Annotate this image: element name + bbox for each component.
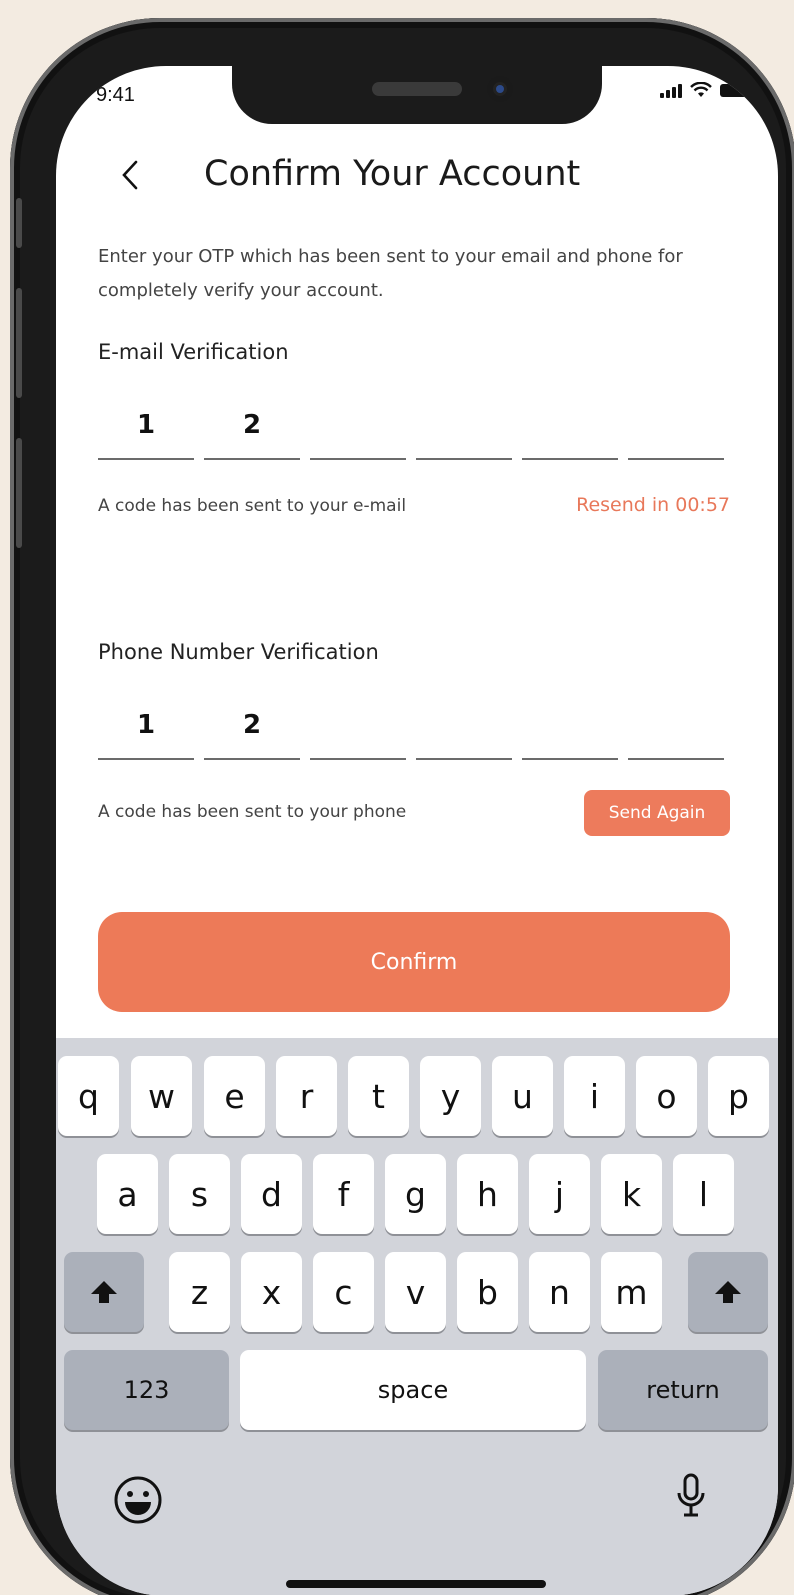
back-button[interactable]: [112, 152, 148, 198]
key-g[interactable]: g: [385, 1154, 446, 1234]
mute-switch: [16, 198, 22, 248]
email-otp-digit-1[interactable]: 1: [98, 392, 194, 460]
key-v[interactable]: v: [385, 1252, 446, 1332]
key-a[interactable]: a: [97, 1154, 158, 1234]
key-s[interactable]: s: [169, 1154, 230, 1234]
phone-otp-digit-6[interactable]: [628, 692, 724, 760]
signal-icon: [660, 82, 682, 98]
speaker-grille: [372, 82, 462, 96]
key-r[interactable]: r: [276, 1056, 337, 1136]
key-t[interactable]: t: [348, 1056, 409, 1136]
phone-otp-digit-3[interactable]: [310, 692, 406, 760]
email-otp-digit-3[interactable]: [310, 392, 406, 460]
volume-up-button: [16, 288, 22, 398]
key-p[interactable]: p: [708, 1056, 769, 1136]
phone-otp-digit-2[interactable]: 2: [204, 692, 300, 760]
email-otp-row: 1 2: [98, 392, 730, 460]
confirm-button[interactable]: Confirm: [98, 912, 730, 1012]
phone-otp-digit-4[interactable]: [416, 692, 512, 760]
shift-key-left[interactable]: [64, 1252, 144, 1332]
key-c[interactable]: c: [313, 1252, 374, 1332]
key-h[interactable]: h: [457, 1154, 518, 1234]
email-otp-digit-5[interactable]: [522, 392, 618, 460]
key-x[interactable]: x: [241, 1252, 302, 1332]
status-time: 9:41: [96, 84, 135, 106]
keyboard: q w e r t y u i o p a s d f g h j k l z …: [56, 1038, 778, 1595]
phone-otp-digit-1[interactable]: 1: [98, 692, 194, 760]
email-otp-digit-2[interactable]: 2: [204, 392, 300, 460]
email-helper-text: A code has been sent to your e-mail: [98, 496, 407, 516]
key-z[interactable]: z: [169, 1252, 230, 1332]
key-d[interactable]: d: [241, 1154, 302, 1234]
emoji-icon[interactable]: [112, 1474, 164, 1526]
send-again-button[interactable]: Send Again: [584, 790, 730, 836]
key-y[interactable]: y: [420, 1056, 481, 1136]
key-b[interactable]: b: [457, 1252, 518, 1332]
key-f[interactable]: f: [313, 1154, 374, 1234]
key-u[interactable]: u: [492, 1056, 553, 1136]
key-m[interactable]: m: [601, 1252, 662, 1332]
return-key[interactable]: return: [598, 1350, 768, 1430]
phone-otp-digit-5[interactable]: [522, 692, 618, 760]
numbers-key[interactable]: 123: [64, 1350, 229, 1430]
shift-arrow-icon: [91, 1281, 117, 1303]
key-o[interactable]: o: [636, 1056, 697, 1136]
phone-otp-row: 1 2: [98, 692, 730, 760]
key-e[interactable]: e: [204, 1056, 265, 1136]
phone-helper-text: A code has been sent to your phone: [98, 802, 407, 822]
status-icons: [660, 82, 748, 98]
key-w[interactable]: w: [131, 1056, 192, 1136]
resend-timer-link[interactable]: Resend in 00:57: [576, 494, 730, 516]
page-title: Confirm Your Account: [204, 154, 581, 194]
email-otp-digit-6[interactable]: [628, 392, 724, 460]
phone-frame: 9:41 Confirm Your Account Enter your OTP…: [10, 18, 794, 1595]
keyboard-row-4: 123 space return: [56, 1350, 778, 1430]
key-i[interactable]: i: [564, 1056, 625, 1136]
keyboard-row-2: a s d f g h j k l: [56, 1154, 778, 1234]
battery-icon: [720, 83, 748, 97]
shift-key-right[interactable]: [688, 1252, 768, 1332]
phone-section-label: Phone Number Verification: [98, 640, 379, 664]
key-k[interactable]: k: [601, 1154, 662, 1234]
space-key[interactable]: space: [240, 1350, 586, 1430]
home-indicator: [286, 1580, 546, 1588]
email-otp-digit-4[interactable]: [416, 392, 512, 460]
key-q[interactable]: q: [58, 1056, 119, 1136]
key-l[interactable]: l: [673, 1154, 734, 1234]
notch: [232, 66, 602, 124]
chevron-left-icon: [122, 160, 138, 190]
keyboard-row-3: z x c v b n m: [56, 1252, 778, 1332]
intro-text: Enter your OTP which has been sent to yo…: [98, 246, 683, 301]
key-j[interactable]: j: [529, 1154, 590, 1234]
front-camera: [487, 76, 513, 102]
keyboard-row-1: q w e r t y u i o p: [56, 1056, 778, 1136]
shift-arrow-icon: [715, 1281, 741, 1303]
phone-screen: 9:41 Confirm Your Account Enter your OTP…: [56, 66, 778, 1595]
email-section-label: E-mail Verification: [98, 340, 289, 364]
microphone-icon[interactable]: [676, 1472, 706, 1522]
header: Confirm Your Account: [56, 146, 778, 206]
key-n[interactable]: n: [529, 1252, 590, 1332]
volume-down-button: [16, 438, 22, 548]
wifi-icon: [690, 82, 712, 97]
